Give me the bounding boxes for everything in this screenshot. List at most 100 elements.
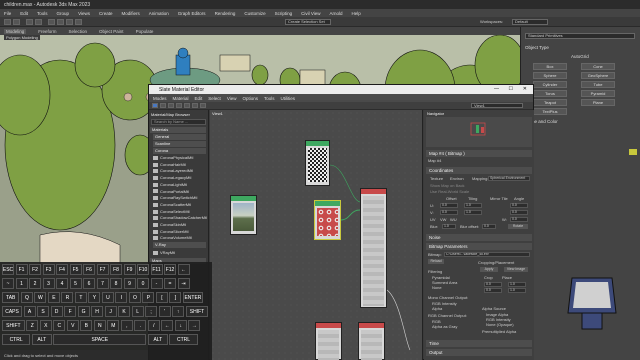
- section-vray[interactable]: V-Ray: [153, 242, 206, 248]
- view-dropdown[interactable]: View1: [471, 103, 523, 108]
- close-icon[interactable]: ✕: [523, 86, 527, 92]
- list-item[interactable]: CoronaSelectMtl: [153, 209, 190, 214]
- key-7[interactable]: 7: [96, 278, 109, 289]
- list-item[interactable]: CoronaSkinMtl: [153, 222, 186, 227]
- section-general[interactable]: General: [153, 134, 206, 140]
- menu-item-rendering[interactable]: Rendering: [215, 11, 236, 16]
- key-0[interactable]: 0: [137, 278, 149, 289]
- key-t[interactable]: T: [74, 292, 87, 303]
- object-type-header[interactable]: Object Type: [525, 45, 549, 50]
- key-b[interactable]: B: [80, 320, 93, 331]
- primitive-dropdown[interactable]: Standard Primitives: [525, 33, 635, 39]
- apply-checkbox[interactable]: Apply: [480, 267, 498, 272]
- menu-item-file[interactable]: File: [4, 11, 11, 16]
- navigator-view[interactable]: [426, 117, 532, 147]
- key-f12[interactable]: F12: [164, 264, 176, 275]
- key-5[interactable]: 5: [69, 278, 82, 289]
- key-f8[interactable]: F8: [110, 264, 122, 275]
- key-a[interactable]: A: [23, 306, 36, 317]
- environ-radio[interactable]: Environ: [450, 176, 464, 181]
- key-f2[interactable]: F2: [29, 264, 41, 275]
- key-shift[interactable]: SHIFT: [185, 306, 209, 317]
- sme-menu-modes[interactable]: Modes: [153, 96, 167, 101]
- key-alt[interactable]: ALT: [147, 334, 168, 345]
- mapping-dropdown[interactable]: Spherical Environment: [488, 176, 530, 181]
- vw-radio[interactable]: VW: [440, 217, 446, 222]
- coordinates-rollout[interactable]: Coordinates: [426, 167, 532, 174]
- uv-radio[interactable]: UV: [430, 217, 436, 222]
- menu-item-tools[interactable]: Tools: [37, 11, 48, 16]
- key-4[interactable]: 4: [56, 278, 68, 289]
- move-icon[interactable]: [57, 19, 64, 25]
- tube-button[interactable]: Tube: [581, 81, 615, 88]
- sme-menu-tools[interactable]: Tools: [264, 96, 275, 101]
- key-c[interactable]: C: [53, 320, 66, 331]
- tab-object-paint[interactable]: Object Paint: [99, 29, 124, 34]
- key-enter[interactable]: ENTER: [182, 292, 203, 303]
- view-image-button[interactable]: View Image: [504, 267, 528, 272]
- key-6[interactable]: 6: [83, 278, 95, 289]
- tab-modeling[interactable]: Modeling: [4, 28, 27, 34]
- key-[interactable]: ]: [169, 292, 182, 303]
- sme-menu-utilities[interactable]: Utilities: [281, 96, 296, 101]
- key-i[interactable]: I: [115, 292, 128, 303]
- menu-item-customize[interactable]: Customize: [244, 11, 265, 16]
- show-map-icon[interactable]: [192, 103, 198, 108]
- key-[interactable]: ': [158, 306, 171, 317]
- key-f9[interactable]: F9: [123, 264, 136, 275]
- geosphere-button[interactable]: GeoSphere: [581, 72, 615, 79]
- list-item[interactable]: CoronaRaySwitchMtl: [153, 195, 197, 200]
- pyramid-button[interactable]: Pyramid: [581, 90, 615, 97]
- sme-menu-select[interactable]: Select: [208, 96, 221, 101]
- key-[interactable]: ,: [120, 320, 133, 331]
- sme-menu-material[interactable]: Material: [173, 96, 189, 101]
- menu-item-help[interactable]: Help: [352, 11, 361, 16]
- cylinder-button[interactable]: Cylinder: [533, 81, 567, 88]
- key-o[interactable]: O: [128, 292, 141, 303]
- alpha-gray-radio[interactable]: Alpha as Gray: [432, 324, 457, 329]
- v-angle-field[interactable]: 0.0: [510, 210, 528, 215]
- key-f11[interactable]: F11: [150, 264, 163, 275]
- list-item[interactable]: CoronaLegacyMtl: [153, 175, 191, 180]
- assign-material-icon[interactable]: [176, 103, 182, 108]
- sphere-button[interactable]: Sphere: [533, 72, 567, 79]
- blur-offset-field[interactable]: 0.0: [482, 224, 496, 229]
- key-v[interactable]: V: [66, 320, 79, 331]
- list-item[interactable]: CoronaLightMtl: [153, 182, 187, 187]
- undo-icon[interactable]: [4, 19, 11, 25]
- key-g[interactable]: G: [77, 306, 90, 317]
- key-w[interactable]: W: [34, 292, 47, 303]
- crop-radio[interactable]: Crop: [484, 275, 493, 280]
- rotate-icon[interactable]: [66, 19, 73, 25]
- key-[interactable]: ←: [161, 320, 174, 331]
- key-k[interactable]: K: [118, 306, 131, 317]
- menu-item-animation[interactable]: Animation: [149, 11, 169, 16]
- tab-freeform[interactable]: Freeform: [38, 29, 56, 34]
- pick-material-icon[interactable]: [160, 103, 166, 108]
- key-x[interactable]: X: [39, 320, 52, 331]
- key-2[interactable]: 2: [29, 278, 41, 289]
- minimize-icon[interactable]: —: [494, 86, 499, 92]
- put-material-icon[interactable]: [168, 103, 174, 108]
- key-f1[interactable]: F1: [15, 264, 28, 275]
- alpha-radio[interactable]: Alpha: [432, 306, 442, 311]
- key-h[interactable]: H: [91, 306, 104, 317]
- list-item[interactable]: CoronaScatterMtl: [153, 202, 191, 207]
- key-[interactable]: →: [188, 320, 201, 331]
- menu-item-arnold[interactable]: Arnold: [330, 11, 343, 16]
- wu-radio[interactable]: WU: [450, 217, 457, 222]
- blur-field[interactable]: 1.0: [442, 224, 456, 229]
- key-f[interactable]: F: [64, 306, 77, 317]
- key-space[interactable]: SPACE: [53, 334, 147, 345]
- menu-item-civil-view[interactable]: Civil View: [301, 11, 320, 16]
- time-rollout[interactable]: Time: [426, 340, 532, 347]
- v-tiling-field[interactable]: 1.0: [464, 210, 482, 215]
- key-f3[interactable]: F3: [42, 264, 55, 275]
- show-map-checkbox[interactable]: Show Map on Back: [430, 183, 464, 188]
- key-l[interactable]: L: [131, 306, 144, 317]
- sme-menu-edit[interactable]: Edit: [195, 96, 203, 101]
- u-offset-field[interactable]: 0.0: [440, 203, 458, 208]
- list-item[interactable]: CoronaPortalMtl: [153, 189, 189, 194]
- textplus-button[interactable]: TextPlus: [533, 108, 567, 115]
- key-f6[interactable]: F6: [83, 264, 95, 275]
